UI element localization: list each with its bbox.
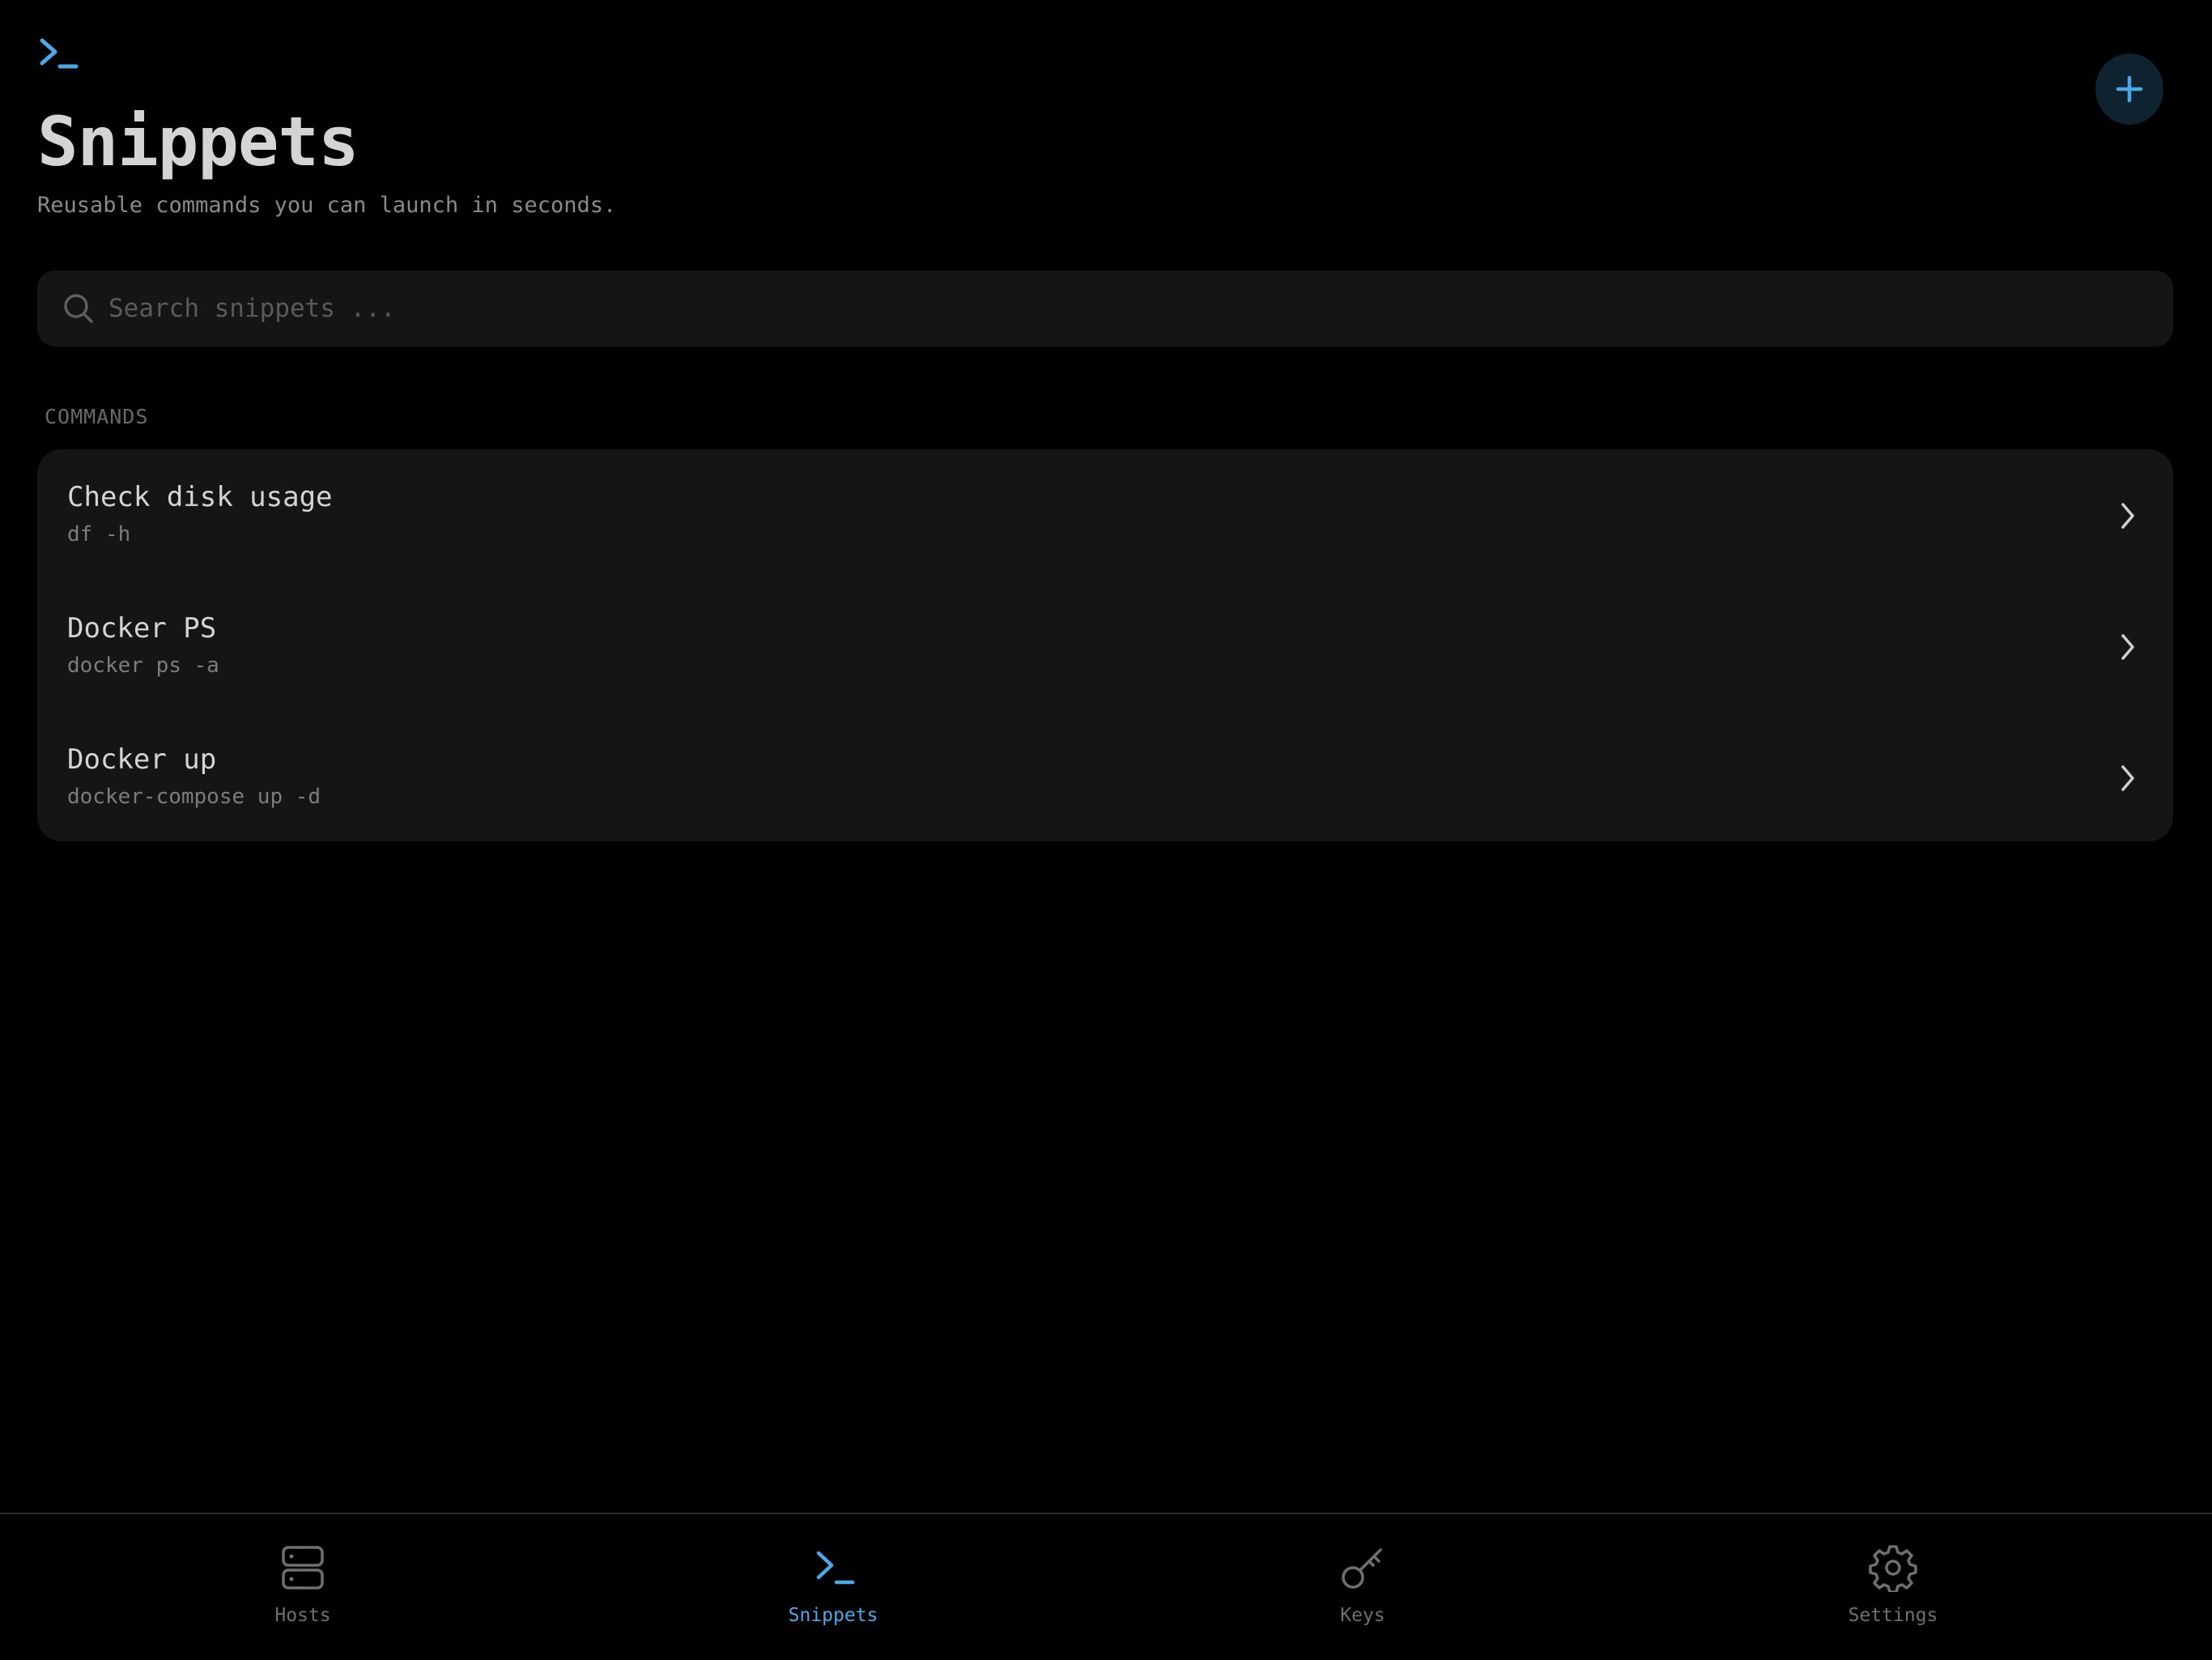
list-item-command: docker-compose up -d [67,785,321,809]
search-icon [64,294,93,323]
list-item-docker-up[interactable]: Docker up docker-compose up -d [37,712,2173,841]
page-subtitle: Reusable commands you can launch in seco… [37,193,617,218]
section-label-commands: COMMANDS [45,405,149,428]
tab-label: Settings [1848,1605,1938,1626]
list-item-title: Check disk usage [67,481,333,513]
server-icon [282,1546,324,1590]
list-item-command: docker ps -a [67,653,219,678]
search-bar[interactable] [37,270,2173,347]
list-item-title: Docker up [67,743,217,776]
chevron-right-icon [2121,634,2134,660]
list-item-command: df -h [67,522,131,547]
tab-label: Hosts [274,1605,331,1626]
add-snippet-button[interactable] [2095,53,2163,125]
gear-icon [1869,1545,1917,1592]
tab-label: Snippets [788,1605,878,1626]
list-item-docker-ps[interactable]: Docker PS docker ps -a [37,581,2173,712]
commands-list: Check disk usage df -h Docker PS docker … [37,449,2173,841]
tab-snippets[interactable]: Snippets [712,1514,955,1658]
search-input[interactable] [108,270,2133,347]
key-icon [1342,1548,1382,1589]
tab-hosts[interactable]: Hosts [181,1514,424,1658]
list-item-check-disk-usage[interactable]: Check disk usage df -h [37,449,2173,581]
tab-label: Keys [1340,1605,1385,1626]
tab-bar: Hosts Snippets Keys Settings [0,1513,2212,1660]
tab-keys[interactable]: Keys [1241,1514,1484,1658]
page-title: Snippets [37,102,359,181]
plus-icon [2116,75,2143,103]
chevron-right-icon [2121,765,2134,791]
terminal-prompt-icon [816,1551,855,1585]
list-item-title: Docker PS [67,612,217,645]
chevron-right-icon [2121,503,2134,529]
tab-settings[interactable]: Settings [1772,1514,2014,1658]
terminal-prompt-icon [37,36,81,71]
